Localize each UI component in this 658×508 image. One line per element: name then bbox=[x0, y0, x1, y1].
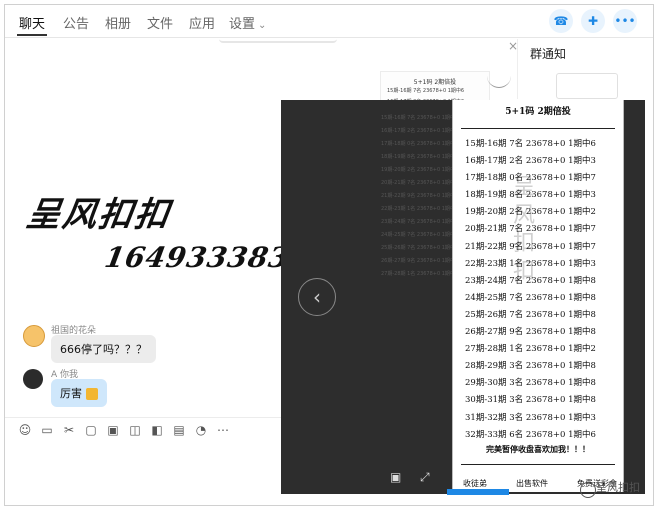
send-button[interactable] bbox=[447, 489, 509, 495]
decorative-swirl bbox=[487, 71, 511, 88]
ghost-row: 26期-27期 9名 23678+0 1期中8 bbox=[381, 258, 459, 264]
result-row: 17期-18期 0名 23678+0 1期中7 bbox=[465, 173, 596, 184]
save-icon[interactable]: ▣ bbox=[390, 470, 401, 484]
ghost-row: 21期-22期 9名 23678+0 1期中7 bbox=[381, 193, 459, 199]
image-title: 5+1码 2期倍投 bbox=[505, 107, 571, 117]
ghost-row: 15期-16期 7名 23678+0 1期中6 bbox=[381, 115, 459, 121]
fullscreen-icon[interactable]: ⤢ bbox=[420, 470, 430, 485]
tab-files[interactable]: 文件 bbox=[147, 13, 173, 32]
ghost-list: 15期-16期 7名 23678+0 1期中6 16期-17期 2名 23678… bbox=[381, 112, 459, 281]
message-text: 厉害 bbox=[60, 387, 82, 400]
thumbnail-title: 5+1码 2期倍投 bbox=[413, 79, 457, 86]
calendar-icon[interactable]: ▤ bbox=[171, 423, 187, 437]
tab-album[interactable]: 相册 bbox=[105, 13, 131, 32]
result-row: 15期-16期 7名 23678+0 1期中6 bbox=[465, 139, 596, 149]
thumbs-up-icon bbox=[86, 388, 98, 400]
banner-line-1: 呈风扣扣 bbox=[23, 195, 174, 235]
image-footer: 完美暂停收盘喜欢加我！！！ bbox=[486, 444, 590, 454]
result-row: 21期-22期 9名 23678+0 1期中7 bbox=[465, 241, 596, 252]
phone-icon[interactable]: ☎ bbox=[549, 9, 573, 33]
folder-icon[interactable]: ▢ bbox=[83, 423, 99, 437]
banner-line-2: 164933383 bbox=[102, 241, 293, 274]
ghost-row: 20期-21期 7名 23678+0 1期中7 bbox=[381, 180, 459, 186]
result-row: 30期-31期 3名 23678+0 1期中8 bbox=[465, 395, 596, 406]
tab-chat[interactable]: 聊天 bbox=[19, 13, 45, 32]
emoji-icon[interactable]: ☺ bbox=[17, 423, 33, 437]
more-icon[interactable]: ••• bbox=[613, 9, 637, 33]
ghost-row: 16期-17期 2名 23678+0 1期中3 bbox=[381, 128, 459, 134]
message-bubble[interactable]: 666停了吗？？？ bbox=[51, 335, 156, 363]
result-list: 15期-16期 7名 23678+0 1期中6 16期-17期 2名 23678+… bbox=[465, 136, 596, 444]
more-options-icon[interactable]: ⋯ bbox=[215, 423, 231, 437]
tab-settings[interactable]: 设置 ⌄ bbox=[229, 13, 266, 32]
ghost-row: 23期-24期 7名 23678+0 1期中8 bbox=[381, 219, 459, 225]
link-text: 收徒弟 bbox=[463, 479, 487, 488]
result-row: 27期-28期 1名 23678+0 1期中2 bbox=[465, 344, 596, 355]
link-text: 出售软件 bbox=[516, 479, 548, 488]
gift-icon[interactable]: ◧ bbox=[149, 423, 165, 437]
bell-icon[interactable]: ◔ bbox=[193, 423, 209, 437]
weibo-logo-icon bbox=[580, 482, 596, 498]
ghost-row: 22期-23期 1名 23678+0 1期中3 bbox=[381, 206, 459, 212]
ghost-row: 17期-18期 0名 23678+0 1期中7 bbox=[381, 141, 459, 147]
result-row: 29期-30期 3名 23678+0 1期中8 bbox=[465, 378, 596, 389]
input-toolbar: ☺ ▭ ✂ ▢ ▣ ◫ ◧ ▤ ◔ ⋯ bbox=[5, 417, 305, 442]
avatar[interactable] bbox=[23, 325, 45, 347]
image-icon[interactable]: ▣ bbox=[105, 423, 121, 437]
add-message-icon[interactable]: ✚ bbox=[581, 9, 605, 33]
message-bubble[interactable]: 厉害 bbox=[51, 379, 107, 407]
result-row: 16期-17期 2名 23678+0 1期中3 bbox=[465, 156, 596, 167]
tab-announcement[interactable]: 公告 bbox=[63, 13, 89, 32]
search-stub bbox=[219, 33, 337, 43]
thumbnail-row: 15期-16期 7名 23678+0 1期中6 bbox=[387, 88, 465, 94]
notice-panel: × 群通知 bbox=[508, 39, 644, 99]
ghost-row: 24期-25期 7名 23678+0 1期中8 bbox=[381, 232, 459, 238]
tab-settings-label: 设置 bbox=[229, 17, 256, 32]
ghost-row: 25期-26期 7名 23678+0 1期中8 bbox=[381, 245, 459, 251]
tab-apps[interactable]: 应用 bbox=[189, 13, 215, 32]
result-row: 31期-32期 3名 23678+0 1期中3 bbox=[465, 412, 596, 423]
ghost-row: 19期-20期 2名 23678+0 1期中2 bbox=[381, 167, 459, 173]
result-row: 32期-33期 6名 23678+0 1期中6 bbox=[465, 429, 596, 440]
result-row: 19期-20期 2名 23678+0 1期中2 bbox=[465, 207, 596, 218]
active-tab-underline bbox=[17, 34, 47, 36]
ghost-row: 27期-28期 1名 23678+0 1期中2 bbox=[381, 271, 459, 277]
viewer-image[interactable]: 5+1码 2期倍投 呈风扣扣 15期-16期 7名 23678+0 1期中6 16… bbox=[452, 100, 624, 492]
result-row: 23期-24期 7名 23678+0 1期中8 bbox=[465, 275, 596, 286]
redpacket-icon[interactable]: ◫ bbox=[127, 423, 143, 437]
result-row: 22期-23期 1名 23678+0 1期中3 bbox=[465, 258, 596, 269]
scissors-icon[interactable]: ✂ bbox=[61, 423, 77, 437]
result-row: 20期-21期 7名 23678+0 1期中7 bbox=[465, 224, 596, 235]
avatar[interactable] bbox=[23, 369, 43, 389]
brand-watermark: 呈风扣扣 bbox=[596, 481, 640, 494]
result-row: 26期-27期 9名 23678+0 1期中8 bbox=[465, 327, 596, 338]
chevron-down-icon: ⌄ bbox=[258, 20, 267, 31]
divider bbox=[461, 464, 615, 465]
result-row: 28期-29期 3名 23678+0 1期中8 bbox=[465, 361, 596, 372]
result-row: 25期-26期 7名 23678+0 1期中8 bbox=[465, 309, 596, 320]
gif-icon[interactable]: ▭ bbox=[39, 423, 55, 437]
ghost-row: 18期-19期 8名 23678+0 1期中3 bbox=[381, 154, 459, 160]
previous-image-icon[interactable]: ‹ bbox=[298, 278, 336, 316]
notice-illustration bbox=[556, 73, 618, 99]
notice-title: 群通知 bbox=[530, 47, 567, 61]
result-row: 24期-25期 7名 23678+0 1期中8 bbox=[465, 292, 596, 303]
close-icon[interactable]: × bbox=[508, 39, 518, 53]
top-actions: ☎ ✚ ••• bbox=[549, 9, 637, 33]
result-row: 18期-19期 8名 23678+0 1期中3 bbox=[465, 190, 596, 201]
divider bbox=[461, 128, 615, 129]
